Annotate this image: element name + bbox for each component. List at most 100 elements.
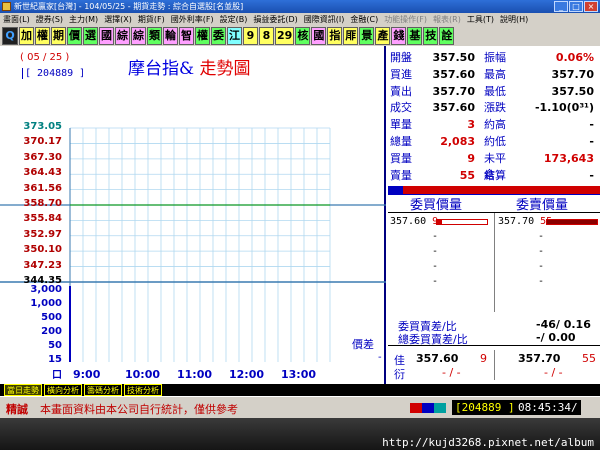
divider <box>388 212 600 213</box>
toolbar-button[interactable]: 景 <box>359 27 375 45</box>
toolbar-button[interactable]: 9 <box>243 27 258 45</box>
toolbar-button[interactable]: 輪 <box>163 27 178 45</box>
toolbar-button[interactable]: 錢 <box>391 27 407 45</box>
toolbar-button[interactable]: 類 <box>147 27 162 45</box>
ask-depth-empty: - <box>538 261 545 272</box>
toolbar-button[interactable]: 選 <box>83 27 98 45</box>
quote-row: 單量 3 約高 - <box>388 117 600 134</box>
menu-item[interactable]: 國際資訊(I) <box>301 13 348 26</box>
spread-label: 價差 <box>352 338 374 351</box>
status-message: 本畫面資料由本公司自行統計，僅供參考 <box>40 403 238 416</box>
quote-value: - <box>589 118 594 132</box>
quote-value: -1.10(0³¹) <box>534 101 594 115</box>
ask-depth-empty: - <box>538 276 545 287</box>
price-tick-label: 350.10 <box>23 244 62 256</box>
toolbar-button[interactable]: 期 <box>51 27 66 45</box>
toolbar-button[interactable]: 核 <box>295 27 311 45</box>
ratio-bid-segment <box>388 186 403 194</box>
quote-table: 開盤 357.50 振幅 0.06% 買進 357.60 最高 357.70 賣出 357.70 最… <box>388 50 600 184</box>
toolbar-button[interactable]: 詮 <box>439 27 455 45</box>
quote-value: 357.50 <box>432 51 475 64</box>
menu-item[interactable]: 報表(R) <box>430 13 464 26</box>
menu-item[interactable]: 說明(H) <box>497 13 531 26</box>
toolbar-button[interactable]: 基 <box>407 27 423 45</box>
toolbar-button[interactable]: 產 <box>375 27 391 45</box>
toolbar: Q 加權期價選國綜綜類輪智權委江 9 8 29 核國指厞景產錢基技詮 <box>0 26 600 46</box>
toolbar-button[interactable]: 智 <box>179 27 194 45</box>
close-button[interactable]: × <box>584 1 598 12</box>
quote-value: 55 <box>459 168 475 182</box>
quote-label: 振幅 <box>484 51 506 64</box>
toolbar-button[interactable]: 權 <box>195 27 210 45</box>
ask-price: 357.70 <box>498 216 535 227</box>
toolbar-button[interactable]: 江 <box>227 27 242 45</box>
time-tick-label: 10:00 <box>125 368 161 381</box>
menu-item[interactable]: 設定(B) <box>217 13 251 26</box>
menu-item[interactable]: 工具(T) <box>464 13 497 26</box>
time-tick-label: 11:00 <box>177 368 213 381</box>
search-icon[interactable]: Q <box>2 27 18 45</box>
menu-item[interactable]: 證券(S) <box>33 13 66 26</box>
menu-item[interactable]: 選擇(X) <box>101 13 135 26</box>
quote-panel: 開盤 357.50 振幅 0.06% 買進 357.60 最高 357.70 賣出 357.70 最… <box>388 46 600 384</box>
minimize-button[interactable]: _ <box>554 1 568 12</box>
quote-value: 173,643 <box>543 151 594 165</box>
quote-row: 賣出 357.70 最低 357.50 <box>388 84 600 101</box>
best-dash-ask: - / - <box>544 366 563 379</box>
bid-depth-empty: - <box>432 276 439 287</box>
ask-depth-empty: - <box>538 246 545 257</box>
best-divider <box>494 350 495 380</box>
tab-4[interactable]: 技術分析 <box>124 384 162 396</box>
menu-item[interactable]: 期貨(F) <box>135 13 168 26</box>
quote-label: 漲跌 <box>484 101 506 115</box>
menu-item[interactable]: 功能操作(F) <box>381 13 430 26</box>
toolbar-button[interactable]: 厞 <box>343 27 359 45</box>
best-ask-qty: 55 <box>582 352 596 365</box>
toolbar-button[interactable]: 指 <box>327 27 343 45</box>
toolbar-button[interactable]: 國 <box>311 27 327 45</box>
toolbar-button[interactable]: 價 <box>67 27 82 45</box>
quote-row: 買量 9 未平倉 173,643 <box>388 151 600 181</box>
price-tick-label: 361.56 <box>23 182 62 194</box>
ratio-ask-segment <box>402 186 600 194</box>
quote-label: 結算 <box>484 168 506 182</box>
quote-value: 357.60 <box>432 67 475 81</box>
analysis-tabs: 當日走勢 橫向分析 籌碼分析 技術分析 <box>0 384 600 396</box>
toolbar-button[interactable]: 權 <box>35 27 50 45</box>
bid-depth-empty: - <box>432 261 439 272</box>
bid-header: 委買價量 <box>410 198 463 213</box>
menu-item[interactable]: 損益委託(D) <box>250 13 300 26</box>
chart-panel: ( 05 / 25 ) [ 204889 ] 摩台指& 走勢圖 373.05 37… <box>0 46 386 384</box>
divider <box>388 345 600 346</box>
ask-row: 357.70 55 <box>498 216 552 230</box>
toolbar-button[interactable]: 8 <box>259 27 274 45</box>
tab-3[interactable]: 籌碼分析 <box>84 384 122 396</box>
toolbar-button[interactable]: 綜 <box>131 27 146 45</box>
status-bar: 精誠 本畫面資料由本公司自行統計，僅供參考 [204889 ] 08:45:34… <box>0 396 600 418</box>
toolbar-button[interactable]: 委 <box>211 27 226 45</box>
maximize-button[interactable]: □ <box>569 1 583 12</box>
menu-item[interactable]: 金融(C) <box>347 13 381 26</box>
tab-1[interactable]: 當日走勢 <box>4 384 42 396</box>
quote-label: 約低 <box>484 134 506 148</box>
window-controls: _ □ × <box>554 1 598 12</box>
spread-value: - <box>378 352 382 363</box>
status-label: 精誠 <box>6 403 28 416</box>
quote-label: 買量 <box>390 151 412 165</box>
status-code: [204889 ] <box>452 400 518 415</box>
menu-item[interactable]: 畫面(L) <box>0 13 33 26</box>
time-tick-label: 13:00 <box>281 368 317 381</box>
watermark-url: http://kujd3268.pixnet.net/album <box>382 436 594 449</box>
toolbar-button[interactable]: 加 <box>19 27 34 45</box>
toolbar-button[interactable]: 綜 <box>115 27 130 45</box>
toolbar-button[interactable]: 國 <box>99 27 114 45</box>
toolbar-button[interactable]: 29 <box>275 27 295 45</box>
spread1-value: -46/ 0.16 <box>536 318 591 331</box>
quote-value: 9 <box>467 151 475 165</box>
toolbar-button[interactable]: 技 <box>423 27 439 45</box>
quote-label: 最高 <box>484 67 506 81</box>
menu-item[interactable]: 主力(M) <box>66 13 101 26</box>
tab-2[interactable]: 橫向分析 <box>44 384 82 396</box>
volume-tick-label: 口 <box>52 370 62 381</box>
menu-item[interactable]: 國外利率(F) <box>168 13 217 26</box>
